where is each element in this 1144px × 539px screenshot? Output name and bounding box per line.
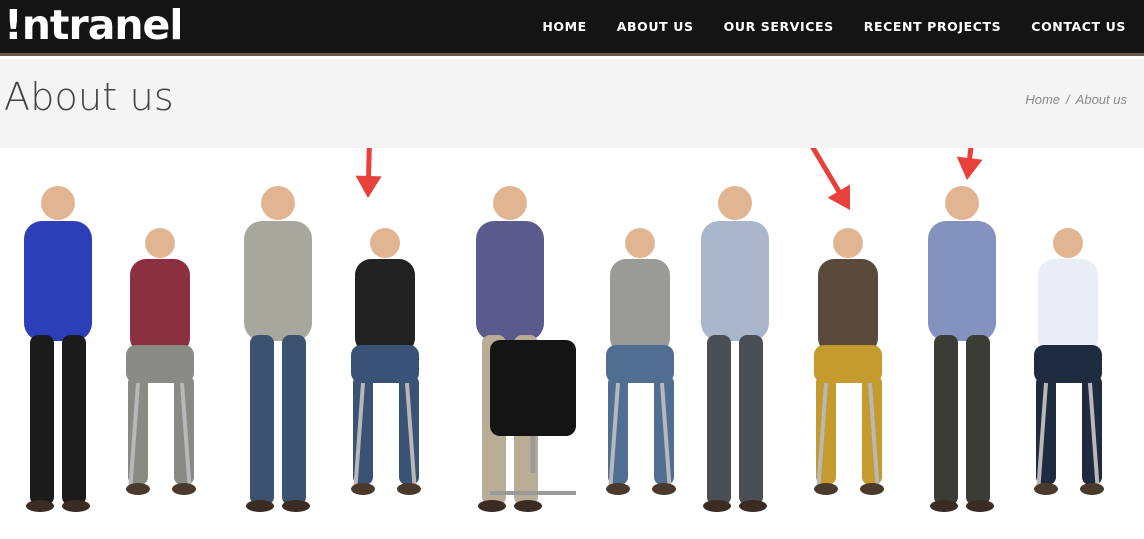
person-4-left-shoe: [351, 483, 375, 495]
person-6-left-shoe: [606, 483, 630, 495]
nav-item-home[interactable]: HOME: [542, 19, 586, 34]
person-3-left-leg: [250, 335, 274, 505]
person-10-right-shoe: [1080, 483, 1104, 495]
person-5-left-shoe: [478, 500, 506, 512]
person-8-left-shoe: [814, 483, 838, 495]
red-arrow-2-shaft: [810, 148, 842, 194]
person-5-right-shoe: [514, 500, 542, 512]
person-4-right-shoe: [397, 483, 421, 495]
nav-item-our-services[interactable]: OUR SERVICES: [724, 19, 834, 34]
person-6-torso: [610, 259, 670, 354]
person-7-torso: [701, 221, 769, 341]
person-3-head: [261, 186, 295, 220]
person-2-left-shoe: [126, 483, 150, 495]
team-photo: [0, 148, 1144, 539]
nav-item-about-us[interactable]: ABOUT US: [617, 19, 694, 34]
person-3-torso: [244, 221, 312, 341]
person-7-right-leg: [739, 335, 763, 505]
person-1-torso: [24, 221, 92, 341]
person-1-head: [41, 186, 75, 220]
page-title: About us: [4, 75, 174, 119]
team-photo-illustration: [24, 148, 1104, 512]
person-10-head: [1053, 228, 1083, 258]
person-6-head: [625, 228, 655, 258]
person-7-right-shoe: [739, 500, 767, 512]
person-2-head: [145, 228, 175, 258]
person-9-right-shoe: [966, 500, 994, 512]
person-2-torso: [130, 259, 190, 354]
person-3-right-shoe: [282, 500, 310, 512]
person-1-left-leg: [30, 335, 54, 505]
person-10-left-shoe: [1034, 483, 1058, 495]
person-4-head: [370, 228, 400, 258]
breadcrumb-home-link[interactable]: Home: [1025, 92, 1060, 107]
red-arrow-1-head: [355, 175, 382, 198]
person-9-head: [945, 186, 979, 220]
person-7-left-leg: [707, 335, 731, 505]
person-10-torso: [1038, 259, 1098, 354]
person-5-head: [493, 186, 527, 220]
person-4-torso: [355, 259, 415, 354]
person-6-right-shoe: [652, 483, 676, 495]
page-title-band: About us Home / About us: [0, 59, 1144, 148]
person-9-left-leg: [934, 335, 958, 505]
breadcrumb: Home / About us: [1025, 92, 1127, 107]
header-bar: !ntranel HOME ABOUT US OUR SERVICES RECE…: [0, 0, 1144, 56]
person-9-torso: [928, 221, 996, 341]
person-7-head: [718, 186, 752, 220]
person-1-right-shoe: [62, 500, 90, 512]
person-5-torso: [476, 221, 544, 341]
person-3-right-leg: [282, 335, 306, 505]
person-8-torso: [818, 259, 878, 354]
person-1-left-shoe: [26, 500, 54, 512]
nav-item-recent-projects[interactable]: RECENT PROJECTS: [864, 19, 1002, 34]
person-7-left-shoe: [703, 500, 731, 512]
site-logo[interactable]: !ntranel: [4, 2, 183, 48]
main-nav: HOME ABOUT US OUR SERVICES RECENT PROJEC…: [512, 0, 1126, 52]
person-9-right-leg: [966, 335, 990, 505]
breadcrumb-current: About us: [1075, 92, 1127, 107]
person-8-head: [833, 228, 863, 258]
office-chair-back: [490, 340, 576, 436]
red-arrow-3-shaft: [967, 148, 974, 161]
person-2-right-shoe: [172, 483, 196, 495]
person-8-right-shoe: [860, 483, 884, 495]
breadcrumb-separator: /: [1066, 92, 1070, 107]
person-3-left-shoe: [246, 500, 274, 512]
red-arrow-3-head: [956, 156, 983, 180]
red-arrow-1-shaft: [366, 148, 372, 179]
person-9-left-shoe: [930, 500, 958, 512]
nav-item-contact-us[interactable]: CONTACT US: [1031, 19, 1126, 34]
person-1-right-leg: [62, 335, 86, 505]
